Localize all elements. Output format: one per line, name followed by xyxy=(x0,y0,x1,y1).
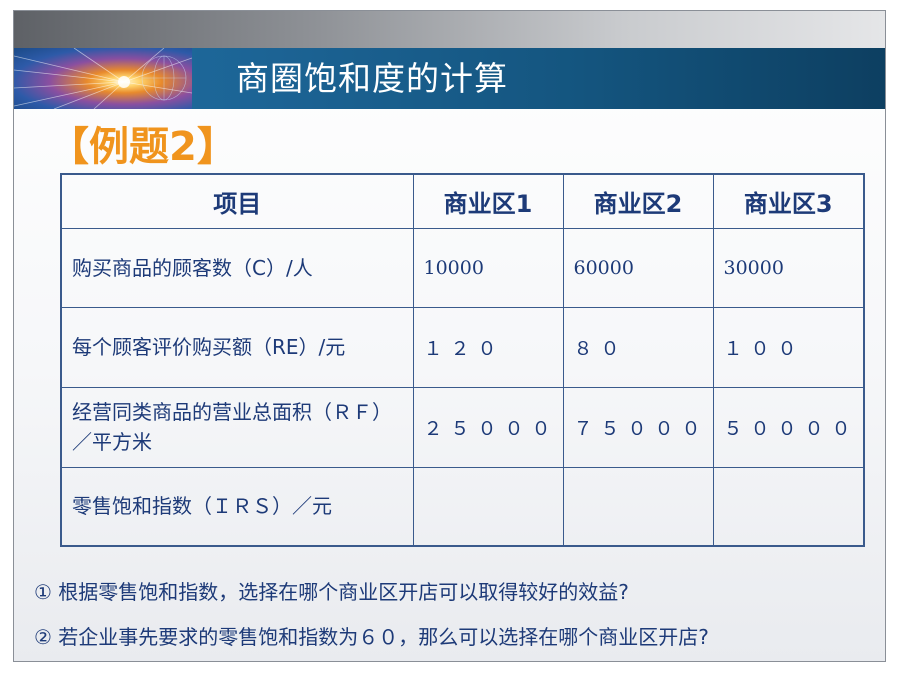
row-label: 购买商品的顾客数（C）/人 xyxy=(60,227,414,308)
banner-decorative-image xyxy=(14,48,192,109)
table-cell: 30000 xyxy=(712,227,865,308)
slide: 商圈饱和度的计算 【例题2】 项目 商业区1 商业区2 商业区3 购买商品的顾客… xyxy=(13,10,886,662)
table-cell: ２５０００ xyxy=(412,386,564,468)
table-cell: 10000 xyxy=(412,227,564,308)
table-row: 购买商品的顾客数（C）/人 10000 60000 30000 xyxy=(60,227,865,308)
table-cell: ８０ xyxy=(562,306,714,388)
table-cell: 60000 xyxy=(562,227,714,308)
table-row: 经营同类商品的营业总面积（ＲＦ）／平方米 ２５０００ ７５０００ ５００００ xyxy=(60,386,865,468)
top-gradient-bar xyxy=(14,11,885,48)
row-label: 每个顾客评价购买额（RE）/元 xyxy=(60,306,414,388)
banner-art-lines-icon xyxy=(14,48,192,109)
example-heading: 【例题2】 xyxy=(49,124,237,170)
header-item: 项目 xyxy=(60,173,414,229)
header-district-2: 商业区2 xyxy=(562,173,714,229)
slide-title: 商圈饱和度的计算 xyxy=(236,59,508,98)
table-row: 每个顾客评价购买额（RE）/元 １２０ ８０ １００ xyxy=(60,306,865,388)
data-table: 项目 商业区1 商业区2 商业区3 购买商品的顾客数（C）/人 10000 60… xyxy=(60,173,865,547)
table-header-row: 项目 商业区1 商业区2 商业区3 xyxy=(60,173,865,229)
question-1: ① 根据零售饱和指数，选择在哪个商业区开店可以取得较好的效益? xyxy=(34,580,629,604)
table-row: 零售饱和指数（ＩＲＳ）／元 xyxy=(60,466,865,547)
table-cell xyxy=(562,466,714,547)
header-district-1: 商业区1 xyxy=(412,173,564,229)
header-district-3: 商业区3 xyxy=(712,173,865,229)
table-cell xyxy=(412,466,564,547)
table-cell: ７５０００ xyxy=(562,386,714,468)
row-label: 经营同类商品的营业总面积（ＲＦ）／平方米 xyxy=(60,386,414,468)
row-label: 零售饱和指数（ＩＲＳ）／元 xyxy=(60,466,414,547)
table-cell: １００ xyxy=(712,306,865,388)
title-banner: 商圈饱和度的计算 xyxy=(14,48,885,109)
question-2: ② 若企业事先要求的零售饱和指数为６０，那么可以选择在哪个商业区开店? xyxy=(34,625,709,649)
table-cell: １２０ xyxy=(412,306,564,388)
table-cell: ５００００ xyxy=(712,386,865,468)
table-cell xyxy=(712,466,865,547)
